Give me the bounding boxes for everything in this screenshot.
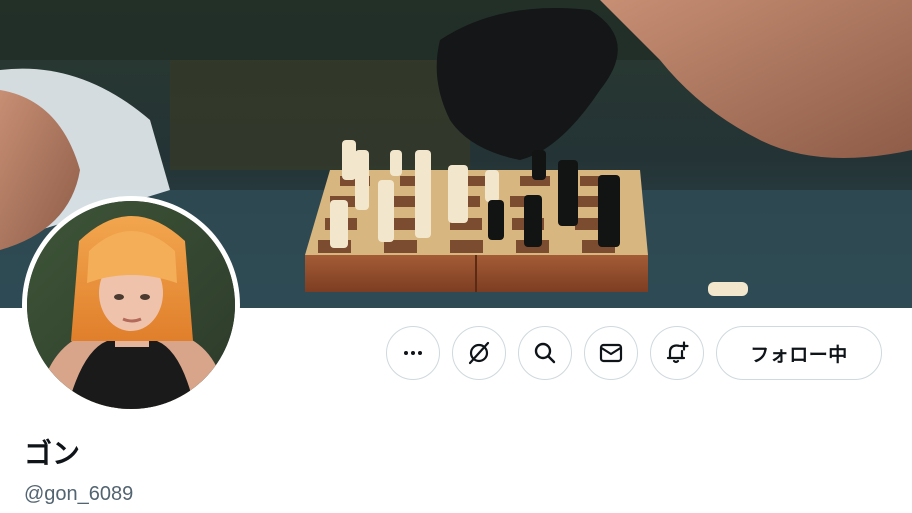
notify-button[interactable] — [650, 326, 704, 380]
avatar-image — [27, 201, 235, 409]
display-name: ゴン — [24, 437, 81, 470]
search-button[interactable] — [518, 326, 572, 380]
profile-actions: フォロー中 — [386, 326, 882, 380]
bell-plus-icon — [666, 341, 689, 364]
search-icon — [534, 342, 556, 364]
more-button[interactable] — [386, 326, 440, 380]
following-button[interactable]: フォロー中 — [716, 326, 882, 380]
grok-icon — [468, 341, 490, 365]
message-button[interactable] — [584, 326, 638, 380]
message-icon — [599, 343, 623, 363]
profile-page: フォロー中 ゴン @gon_6089 — [0, 0, 912, 513]
avatar-graphic — [27, 201, 235, 409]
user-handle: @gon_6089 — [24, 483, 134, 505]
avatar[interactable] — [22, 196, 240, 414]
grok-button[interactable] — [452, 326, 506, 380]
more-icon — [404, 351, 422, 355]
